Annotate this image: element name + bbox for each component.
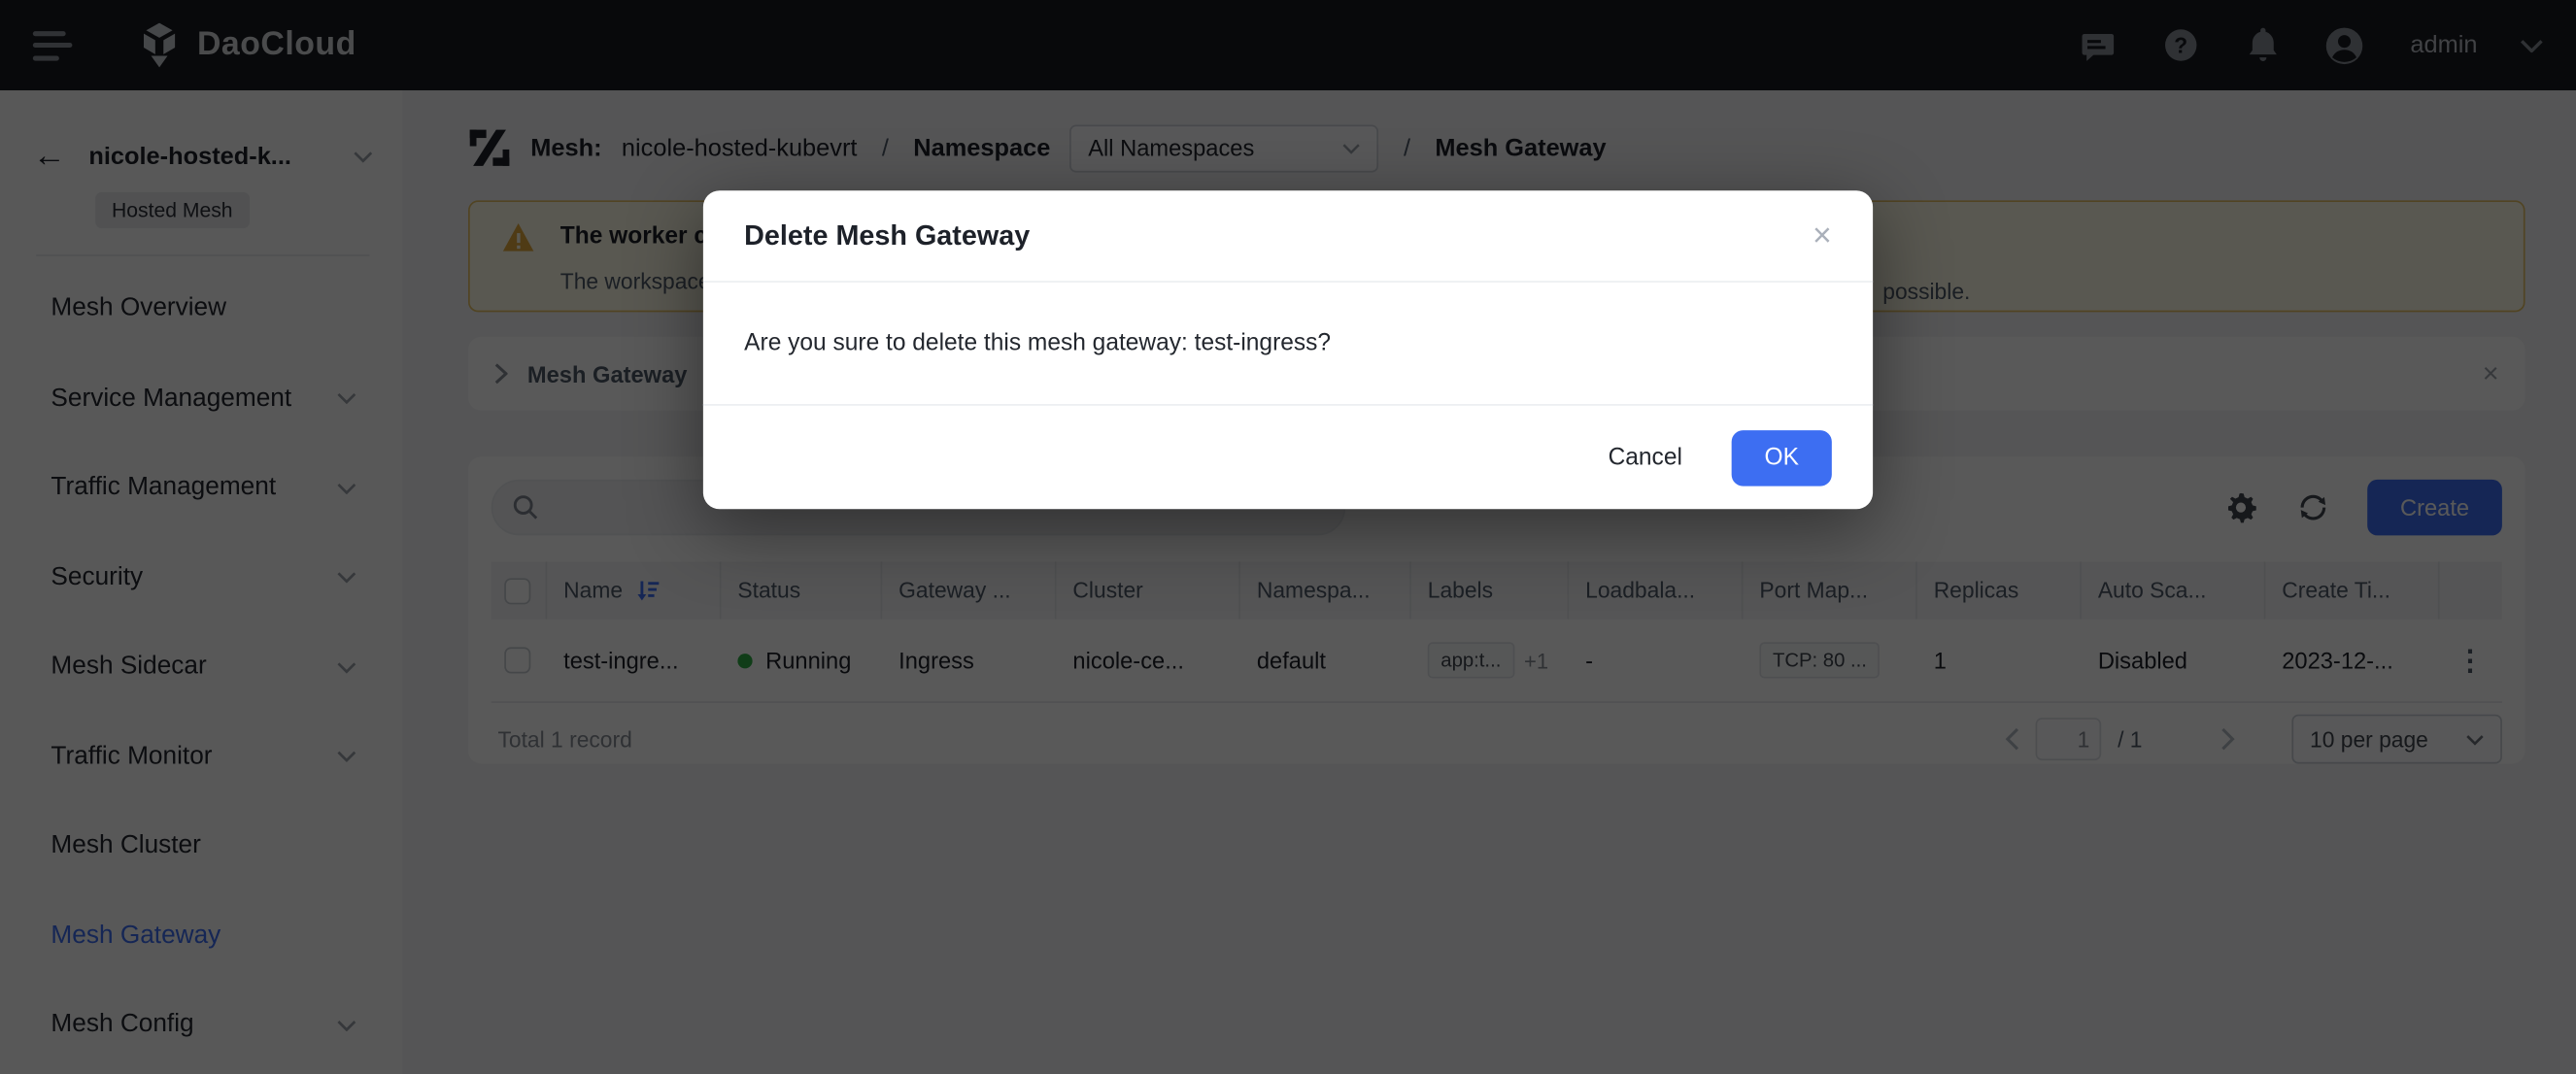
cancel-button[interactable]: Cancel (1609, 445, 1682, 471)
ok-button[interactable]: OK (1732, 429, 1832, 486)
modal-title: Delete Mesh Gateway (744, 219, 1030, 252)
modal-backdrop (0, 0, 2576, 1074)
app-viewport: DaoCloud ? admin ← nicole-ho (0, 0, 2576, 1074)
modal-message: Are you sure to delete this mesh gateway… (744, 330, 1331, 356)
close-icon[interactable]: × (1813, 219, 1832, 252)
delete-mesh-gateway-modal: Delete Mesh Gateway × Are you sure to de… (703, 190, 1873, 509)
